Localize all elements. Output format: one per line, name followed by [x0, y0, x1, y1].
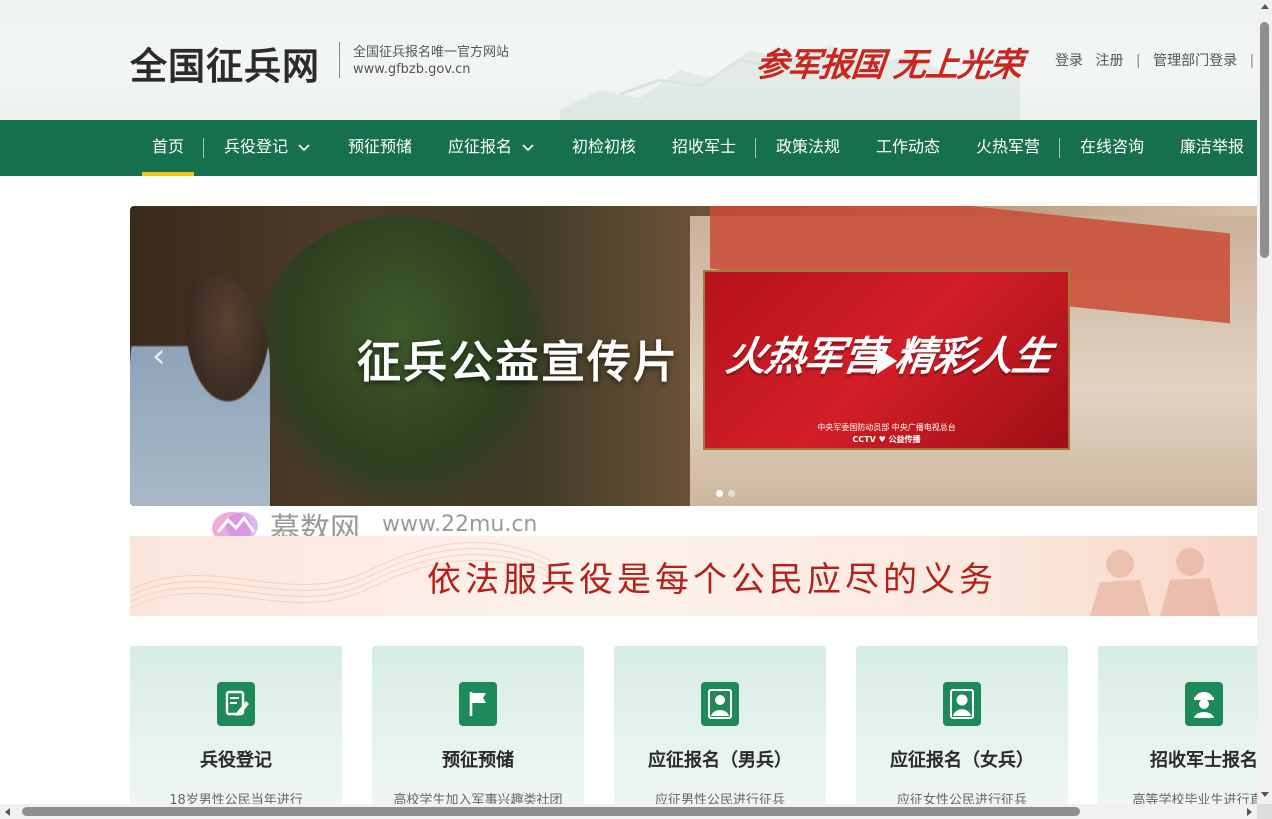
saluting-soldiers-silhouette	[1090, 548, 1220, 616]
flag-icon	[459, 682, 497, 726]
nav-item-news[interactable]: 工作动态	[876, 120, 940, 176]
scrollbar-corner	[1257, 804, 1272, 819]
nav-item-camp-life[interactable]: 火热军营	[976, 120, 1040, 176]
site-header: 全国征兵网 全国征兵报名唯一官方网站 www.gfbzb.gov.cn 参军报国…	[0, 0, 1257, 120]
nav-item-apply[interactable]: 应征报名	[448, 120, 534, 176]
main-nav: 首页 兵役登记 预征预储 应征报名 初检初核 招收军士 政策法规 工作动态 火热…	[0, 120, 1257, 176]
top-links: 登录 注册 | 管理部门登录 | 帮	[1055, 50, 1257, 70]
duty-banner-text: 依法服兵役是每个公民应尽的义务	[427, 560, 997, 600]
link-separator: |	[1135, 53, 1141, 69]
nav-item-label: 招收军士	[672, 137, 737, 156]
nav-item-initial-check[interactable]: 初检初核	[572, 120, 636, 176]
nav-item-label: 工作动态	[876, 137, 941, 156]
scroll-down-icon[interactable]	[1261, 792, 1269, 797]
nav-item-label: 廉洁举报	[1180, 137, 1245, 156]
hero-carousel[interactable]: ‹ 征兵公益宣传片 火热军营 精彩人生 中央军委国防动员部 中央广播电视总台 C…	[130, 206, 1257, 506]
carousel-prev-icon[interactable]: ‹	[152, 336, 166, 376]
logo-divider	[339, 42, 340, 78]
nav-item-label: 兵役登记	[224, 137, 289, 156]
nav-separator	[755, 138, 756, 158]
video-credit: 中央军委国防动员部 中央广播电视总台	[817, 423, 956, 432]
service-card-apply-male[interactable]: 应征报名（男兵） 应征男性公民进行征兵	[614, 646, 826, 806]
male-user-icon	[701, 682, 739, 726]
vertical-scrollbar[interactable]	[1257, 0, 1272, 804]
nav-item-label: 首页	[152, 137, 185, 156]
edit-document-icon	[217, 682, 255, 726]
nav-item-home[interactable]: 首页	[141, 120, 195, 176]
carousel-dot[interactable]	[716, 490, 723, 497]
chevron-down-icon	[522, 143, 534, 151]
soldier-icon	[1185, 682, 1223, 726]
carousel-dots	[716, 482, 740, 501]
nav-item-nco-recruit[interactable]: 招收军士	[672, 120, 736, 176]
scroll-up-icon[interactable]	[1261, 4, 1269, 9]
nav-item-pre-enlist[interactable]: 预征预储	[348, 120, 412, 176]
nav-item-report[interactable]: 廉洁举报	[1180, 120, 1244, 176]
banner-promo-title: 征兵公益宣传片	[357, 337, 679, 388]
admin-login-link[interactable]: 管理部门登录	[1153, 53, 1237, 69]
slogan-right: 无上光荣	[891, 45, 1024, 84]
nav-item-policy[interactable]: 政策法规	[776, 120, 840, 176]
horizontal-scroll-thumb[interactable]	[22, 807, 1080, 816]
nav-item-label: 火热军营	[976, 137, 1041, 156]
nav-item-label: 应征报名	[448, 137, 513, 156]
chevron-down-icon	[298, 143, 310, 151]
site-logo-title[interactable]: 全国征兵网	[130, 36, 320, 90]
nav-item-label: 初检初核	[572, 137, 637, 156]
card-title: 兵役登记	[200, 750, 272, 771]
register-link[interactable]: 注册	[1095, 53, 1123, 69]
video-credit-cctv: CCTV ♥ 公益传播	[852, 435, 921, 444]
service-card-registration[interactable]: 兵役登记 18岁男性公民当年进行	[130, 646, 342, 806]
card-title: 应征报名（男兵）	[648, 750, 792, 771]
nav-item-label: 政策法规	[776, 137, 841, 156]
carousel-dot[interactable]	[728, 490, 735, 497]
site-domain: www.gfbzb.gov.cn	[353, 62, 471, 77]
slogan-left: 参军报国	[753, 45, 886, 84]
nav-item-registration[interactable]: 兵役登记	[224, 120, 310, 176]
nav-separator	[1059, 138, 1060, 158]
page: 全国征兵网 全国征兵报名唯一官方网站 www.gfbzb.gov.cn 参军报国…	[0, 0, 1272, 819]
card-title: 应征报名（女兵）	[890, 750, 1034, 771]
duty-banner[interactable]: 依法服兵役是每个公民应尽的义务	[130, 536, 1257, 616]
nav-item-label: 在线咨询	[1080, 137, 1145, 156]
login-link[interactable]: 登录	[1055, 53, 1083, 69]
banner-person-image	[130, 276, 270, 506]
service-card-nco-recruit[interactable]: 招收军士报名 高等学校毕业生进行直招	[1098, 646, 1272, 806]
service-card-apply-female[interactable]: 应征报名（女兵） 应征女性公民进行征兵	[856, 646, 1068, 806]
female-user-icon	[943, 682, 981, 726]
horizontal-scrollbar[interactable]	[0, 804, 1272, 819]
nav-item-consult[interactable]: 在线咨询	[1080, 120, 1144, 176]
site-tagline: 全国征兵报名唯一官方网站	[353, 45, 510, 60]
play-icon[interactable]	[877, 348, 897, 374]
scroll-left-icon[interactable]	[5, 808, 10, 816]
card-title: 招收军士报名	[1150, 750, 1258, 771]
service-card-pre-enlist[interactable]: 预征预储 高校学生加入军事兴趣类社团	[372, 646, 584, 806]
vertical-scroll-thumb[interactable]	[1260, 22, 1269, 258]
link-separator: |	[1249, 53, 1255, 69]
card-title: 预征预储	[442, 750, 514, 771]
watermark-url: www.22mu.cn	[382, 512, 538, 537]
promo-video-card[interactable]: 火热军营 精彩人生 中央军委国防动员部 中央广播电视总台 CCTV ♥ 公益传播	[703, 270, 1070, 450]
nav-item-label: 预征预储	[348, 137, 413, 156]
nav-separator	[203, 138, 204, 158]
scroll-right-icon[interactable]	[1247, 808, 1252, 816]
